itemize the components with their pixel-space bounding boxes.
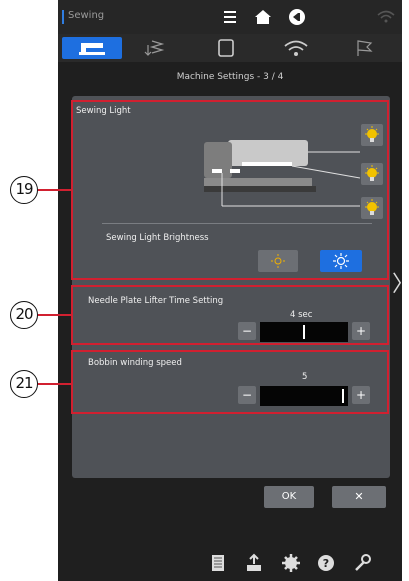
settings-tab-bar: [58, 34, 402, 62]
svg-text:?: ?: [323, 557, 329, 570]
top-bar: Sewing: [58, 0, 402, 34]
wifi-status-icon: [376, 8, 396, 26]
callout-line: [38, 383, 72, 385]
sewing-machine-icon: [79, 43, 105, 55]
tab-machine-settings[interactable]: [62, 37, 122, 59]
wifi-icon: [284, 40, 308, 56]
tab-stitch-settings[interactable]: [126, 37, 186, 59]
ok-button[interactable]: OK: [264, 486, 314, 508]
back-icon[interactable]: [287, 8, 307, 26]
cancel-button[interactable]: ✕: [332, 486, 386, 508]
tab-display-settings[interactable]: [196, 37, 256, 59]
app-title: Sewing: [68, 10, 105, 21]
home-icon[interactable]: [253, 8, 273, 26]
wrench-icon[interactable]: [352, 553, 372, 573]
screen-icon: [218, 39, 234, 57]
sewing-light-highlight: [71, 100, 389, 280]
close-icon: ✕: [354, 490, 364, 503]
flag-icon: [357, 40, 373, 56]
callout-number: 20: [10, 301, 38, 329]
page-title: Machine Settings - 3 / 4: [176, 72, 284, 82]
ok-label: OK: [281, 491, 297, 502]
bobbin-speed-highlight: [71, 350, 389, 414]
menu-icon[interactable]: [220, 8, 240, 26]
pattern-icon[interactable]: [208, 553, 228, 573]
bottom-toolbar: ?: [58, 545, 402, 581]
stitch-icon: [144, 40, 165, 56]
needle-plate-highlight: [71, 285, 389, 345]
upload-icon[interactable]: [244, 553, 264, 573]
callout-line: [38, 189, 72, 191]
callout-line: [38, 314, 72, 316]
tab-wireless-settings[interactable]: [266, 37, 326, 59]
gear-icon[interactable]: [281, 553, 301, 573]
callout-number: 21: [10, 370, 38, 398]
help-icon[interactable]: ?: [316, 553, 336, 573]
tab-general-settings[interactable]: [334, 37, 394, 59]
callout-number: 19: [10, 176, 38, 204]
app-accent-bar: [62, 10, 64, 24]
next-page-chevron[interactable]: 〉: [392, 274, 409, 296]
